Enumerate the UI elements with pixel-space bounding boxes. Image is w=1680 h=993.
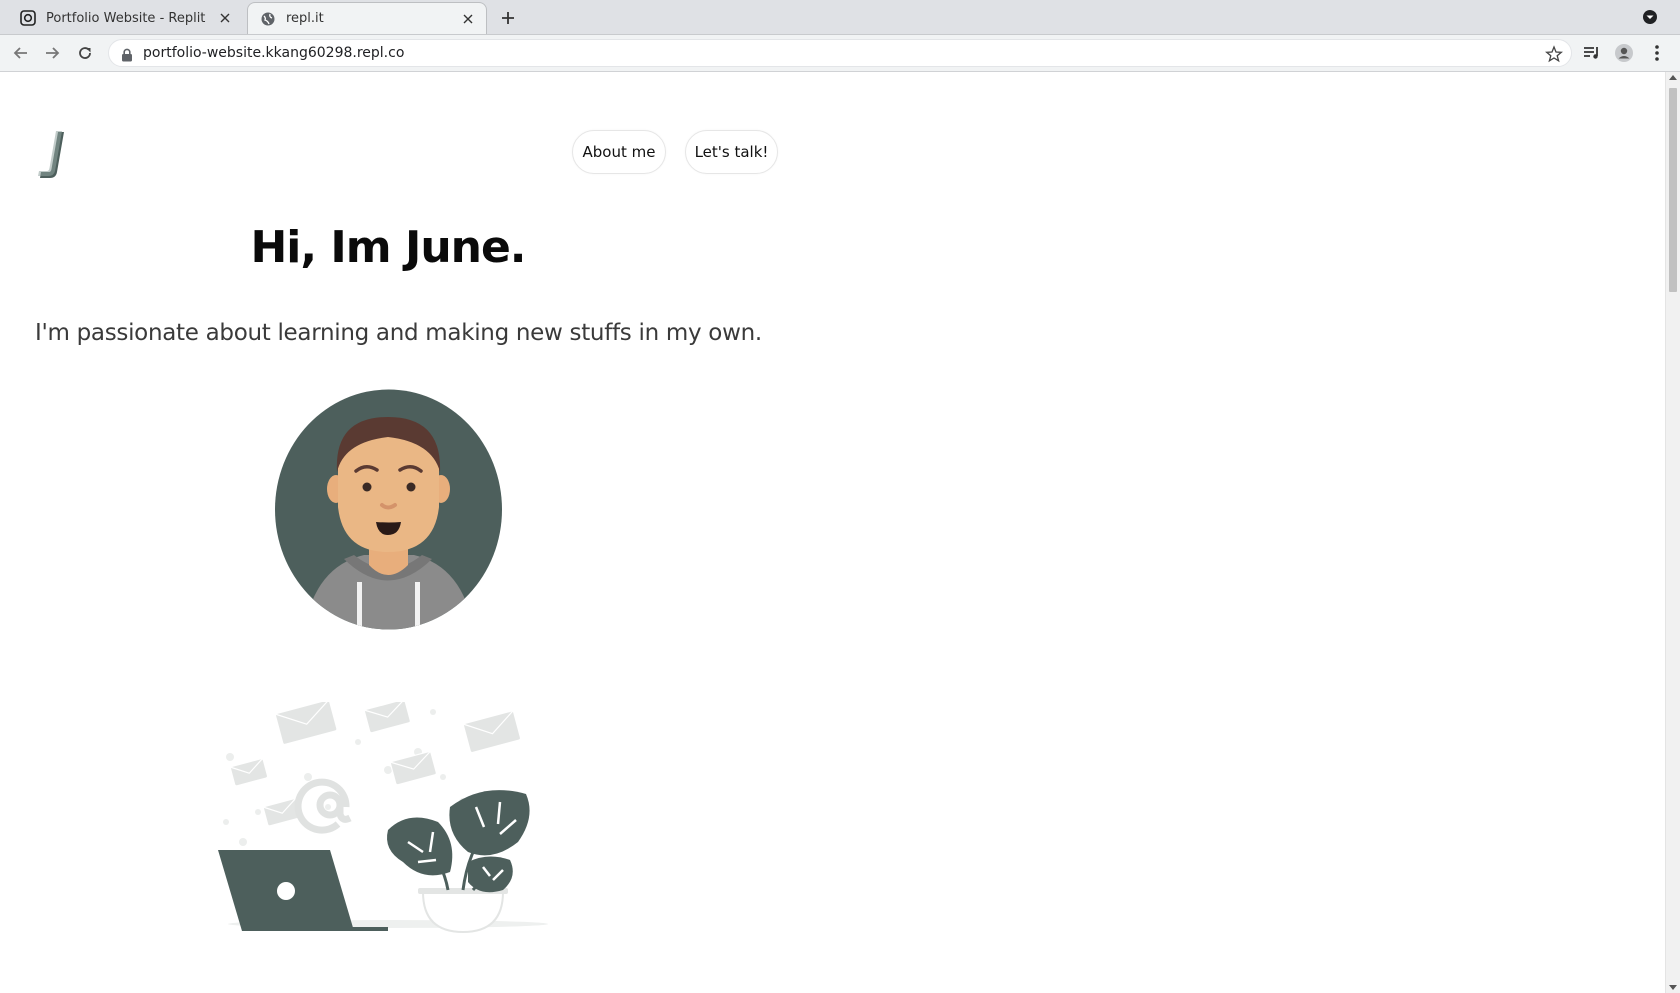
scroll-down-arrow-icon[interactable] <box>1669 985 1677 990</box>
close-icon[interactable] <box>460 11 476 27</box>
tab-title: repl.it <box>286 11 324 26</box>
address-bar[interactable]: portfolio-website.kkang60298.repl.co <box>108 39 1572 67</box>
tab-search-chevron-icon[interactable] <box>1640 7 1660 27</box>
new-tab-plus-icon[interactable] <box>498 8 518 28</box>
scrollbar-thumb[interactable] <box>1669 88 1677 292</box>
page-scrollbar[interactable] <box>1665 72 1680 993</box>
close-icon[interactable] <box>217 10 233 26</box>
tab-title: Portfolio Website - Replit <box>46 10 206 26</box>
scroll-up-arrow-icon[interactable] <box>1669 75 1677 80</box>
hero-subtitle: I'm passionate about learning and making… <box>35 320 762 346</box>
profile-avatar-icon[interactable] <box>1614 43 1634 63</box>
bookmark-star-icon[interactable] <box>1545 45 1563 63</box>
globe-icon <box>260 11 276 27</box>
nav-about-me-button[interactable]: About me <box>572 130 666 174</box>
contact-illustration <box>218 698 558 942</box>
browser-tab-bar: Portfolio Website - Replit repl.it <box>0 0 1680 35</box>
forward-arrow-icon[interactable] <box>42 43 62 63</box>
logo-j-mark <box>38 131 64 178</box>
browser-tab-replit[interactable]: Portfolio Website - Replit <box>8 2 243 34</box>
hero-title: Hi, Im June. <box>250 222 526 273</box>
lock-icon <box>121 47 133 62</box>
url-text: portfolio-website.kkang60298.repl.co <box>143 45 405 61</box>
back-arrow-icon[interactable] <box>11 43 31 63</box>
browser-toolbar: portfolio-website.kkang60298.repl.co <box>0 35 1680 72</box>
site-logo[interactable] <box>34 128 74 182</box>
reload-icon[interactable] <box>75 43 95 63</box>
media-queue-icon[interactable] <box>1582 43 1602 63</box>
page-viewport: About me Let's talk! Hi, Im June. I'm pa… <box>0 72 1665 993</box>
avatar-illustration <box>274 387 503 632</box>
browser-tab-replit-site[interactable]: repl.it <box>247 2 487 34</box>
more-vert-icon[interactable] <box>1647 43 1667 63</box>
replit-icon <box>20 10 36 26</box>
nav-lets-talk-button[interactable]: Let's talk! <box>685 130 778 174</box>
